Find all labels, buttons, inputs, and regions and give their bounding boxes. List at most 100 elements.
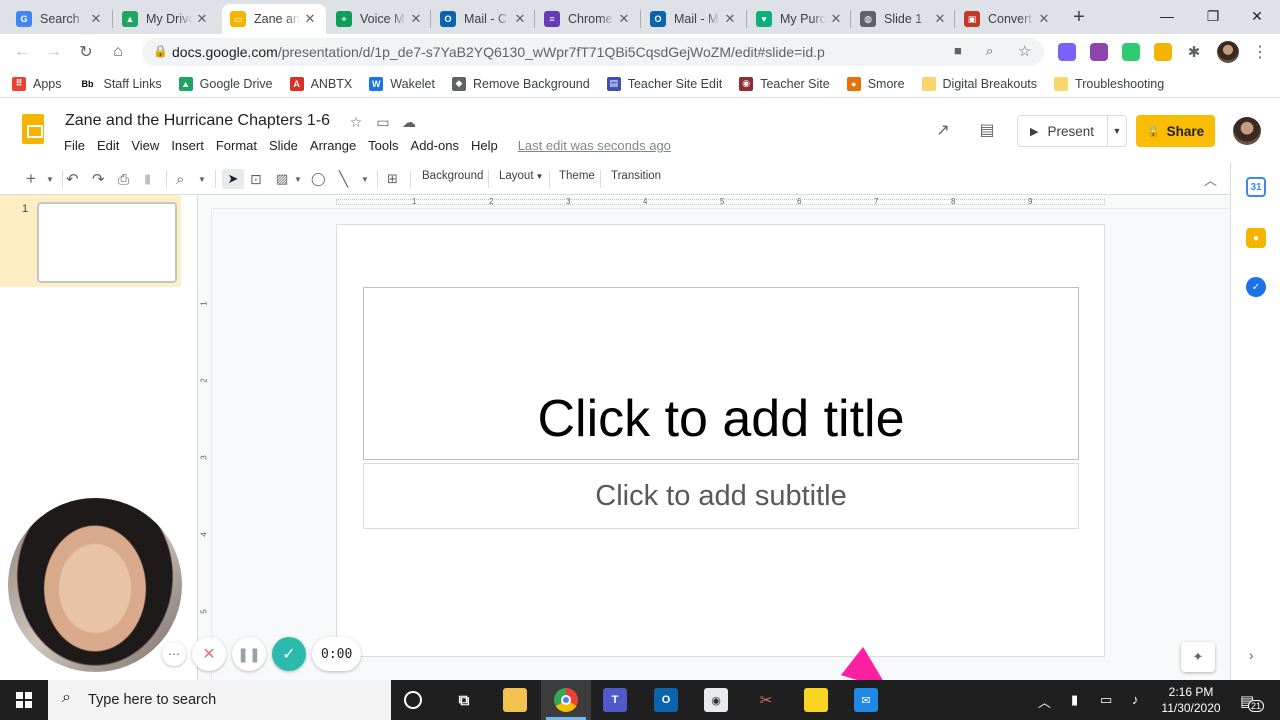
bookmark-item[interactable]: ◆ Remove Background <box>451 76 590 91</box>
subtitle-placeholder[interactable]: Click to add subtitle <box>363 463 1079 529</box>
battery-icon[interactable]: ▭ <box>1100 692 1112 708</box>
undo-icon[interactable]: ↶ <box>66 169 79 189</box>
add-comment-icon[interactable]: ⊞ <box>387 169 398 189</box>
shape-icon[interactable]: ◯ <box>311 169 326 189</box>
present-dropdown-icon[interactable]: ▼ <box>1108 126 1126 136</box>
calendar-icon[interactable]: 31 <box>1246 177 1266 197</box>
sticky-notes-icon[interactable] <box>804 688 828 712</box>
present-button[interactable]: ▶ Present ▼ <box>1017 115 1127 147</box>
back-icon[interactable]: ← <box>10 40 34 64</box>
browser-tab[interactable]: ♥ My Purc ✕ <box>748 4 852 34</box>
volume-icon[interactable]: ♪ <box>1132 692 1139 707</box>
slides-logo-icon[interactable] <box>22 114 44 144</box>
bookmark-item[interactable]: ⠿ Apps <box>12 76 62 91</box>
system-clock[interactable]: 2:16 PM 11/30/2020 <box>1156 684 1226 716</box>
menu-file[interactable]: File <box>64 138 85 153</box>
home-icon[interactable]: ⌂ <box>106 40 130 64</box>
reload-icon[interactable]: ↻ <box>74 40 98 64</box>
share-button[interactable]: 🔒 Share <box>1136 115 1215 147</box>
close-tab-icon[interactable]: ✕ <box>828 11 844 27</box>
new-tab-button[interactable]: + <box>1066 6 1092 28</box>
finish-recording-icon[interactable]: ✓ <box>272 637 306 671</box>
zoom-dropdown-icon[interactable]: ▼ <box>198 169 206 189</box>
menu-help[interactable]: Help <box>471 138 498 153</box>
browser-tab[interactable]: O Mail - M ✕ <box>642 4 746 34</box>
teams-icon[interactable]: T <box>603 688 627 712</box>
camera-icon[interactable]: ■ <box>954 43 962 58</box>
close-tab-icon[interactable]: ✕ <box>722 11 738 27</box>
line-dropdown-icon[interactable]: ▼ <box>361 169 369 189</box>
microphone-icon[interactable]: ▮ <box>1071 692 1078 708</box>
move-folder-icon[interactable]: ▭ <box>374 113 392 131</box>
bookmark-item[interactable]: ▲ Google Drive <box>178 76 273 91</box>
forward-icon[interactable]: → <box>42 40 66 64</box>
keep-icon[interactable]: ● <box>1246 228 1266 248</box>
menu-slide[interactable]: Slide <box>269 138 298 153</box>
menu-view[interactable]: View <box>131 138 159 153</box>
expand-panel-icon[interactable]: › <box>1249 647 1254 663</box>
close-tab-icon[interactable]: ✕ <box>512 11 528 27</box>
browser-tab[interactable]: ≡ Chrome ✕ <box>536 4 640 34</box>
task-view-icon[interactable]: ⧉ <box>452 688 476 712</box>
close-tab-icon[interactable]: ✕ <box>194 11 210 27</box>
windows-start-icon[interactable] <box>0 680 48 720</box>
taskbar-search-input[interactable]: ⌕ Type here to search <box>48 680 391 720</box>
close-window-button[interactable]: ✕ <box>1234 0 1280 32</box>
close-tab-icon[interactable]: ✕ <box>932 11 948 27</box>
bookmark-star-icon[interactable]: ☆ <box>1018 42 1031 60</box>
star-icon[interactable]: ☆ <box>347 113 365 131</box>
account-avatar[interactable] <box>1233 117 1261 145</box>
extension-icon-3[interactable] <box>1122 43 1140 61</box>
browser-tab[interactable]: ▣ Convert ✕ <box>956 4 1060 34</box>
webcam-bubble[interactable] <box>8 498 182 672</box>
menu-dots-icon[interactable]: ⋮ <box>1248 40 1272 64</box>
browser-tab[interactable]: O Mail - C ✕ <box>432 4 536 34</box>
menu-addons[interactable]: Add-ons <box>411 138 459 153</box>
select-cursor-icon[interactable]: ➤ <box>222 169 244 189</box>
menu-tools[interactable]: Tools <box>368 138 398 153</box>
bookmark-item[interactable]: ◉ Teacher Site <box>739 76 830 91</box>
theme-button[interactable]: Theme <box>559 170 595 182</box>
browser-tab[interactable]: G Search ✕ <box>8 4 112 34</box>
browser-tab[interactable]: ◍ Slide 1 ✕ <box>852 4 956 34</box>
restore-button[interactable]: ❐ <box>1190 0 1236 32</box>
bookmark-item[interactable]: Digital Breakouts <box>921 76 1037 91</box>
menu-format[interactable]: Format <box>216 138 257 153</box>
slide-canvas[interactable]: Click to add title Click to add subtitle <box>336 224 1105 657</box>
bookmark-item[interactable]: ● Smore <box>846 76 905 91</box>
browser-tab[interactable]: ▭ Zane and✕ <box>222 4 326 34</box>
webcam-app-icon[interactable]: ◉ <box>704 688 728 712</box>
pause-recording-icon[interactable]: ❚❚ <box>232 637 266 671</box>
new-slide-icon[interactable]: + <box>26 169 36 189</box>
collapse-toolbar-icon[interactable]: ︿ <box>1204 169 1217 189</box>
show-hidden-icons[interactable]: ︿ <box>1038 692 1051 711</box>
bookmark-item[interactable]: Bb Staff Links <box>79 77 162 91</box>
extension-icon-1[interactable] <box>1058 43 1076 61</box>
image-dropdown-icon[interactable]: ▼ <box>294 169 302 189</box>
new-slide-dropdown-icon[interactable]: ▼ <box>46 169 54 189</box>
extension-icon-4[interactable] <box>1154 43 1172 61</box>
snip-icon[interactable]: ✂ <box>754 688 778 712</box>
close-tab-icon[interactable]: ✕ <box>1036 11 1052 27</box>
line-icon[interactable]: ╲ <box>339 169 348 189</box>
slide-thumbnail-row[interactable]: 1 <box>0 195 181 287</box>
browser-tab[interactable]: + Voice M ✕ <box>328 4 432 34</box>
browser-tab[interactable]: ▲ My Drive ✕ <box>114 4 218 34</box>
close-tab-icon[interactable]: ✕ <box>616 11 632 27</box>
image-icon[interactable]: ▨ <box>276 169 288 189</box>
paint-format-icon[interactable]: ▮ <box>144 169 151 189</box>
title-placeholder[interactable]: Click to add title <box>363 287 1079 460</box>
address-bar[interactable]: 🔒 docs.google.com/presentation/d/1p_de7-… <box>142 38 1044 66</box>
close-tab-icon[interactable]: ✕ <box>302 11 318 27</box>
print-icon[interactable]: ⎙ <box>118 169 129 189</box>
extensions-puzzle-icon[interactable]: ✱ <box>1182 40 1206 64</box>
file-explorer-icon[interactable] <box>503 688 527 712</box>
activity-trend-icon[interactable]: ↗ <box>934 121 952 139</box>
transition-button[interactable]: Transition <box>611 170 661 182</box>
notifications-icon[interactable]: ▤ 21 <box>1240 692 1265 712</box>
outlook-icon[interactable]: O <box>654 688 678 712</box>
discard-recording-icon[interactable]: ✕ <box>192 637 226 671</box>
extension-icon-2[interactable] <box>1090 43 1108 61</box>
more-options-icon[interactable]: ⋯ <box>162 642 186 666</box>
explore-icon[interactable]: ✦ <box>1181 642 1215 672</box>
